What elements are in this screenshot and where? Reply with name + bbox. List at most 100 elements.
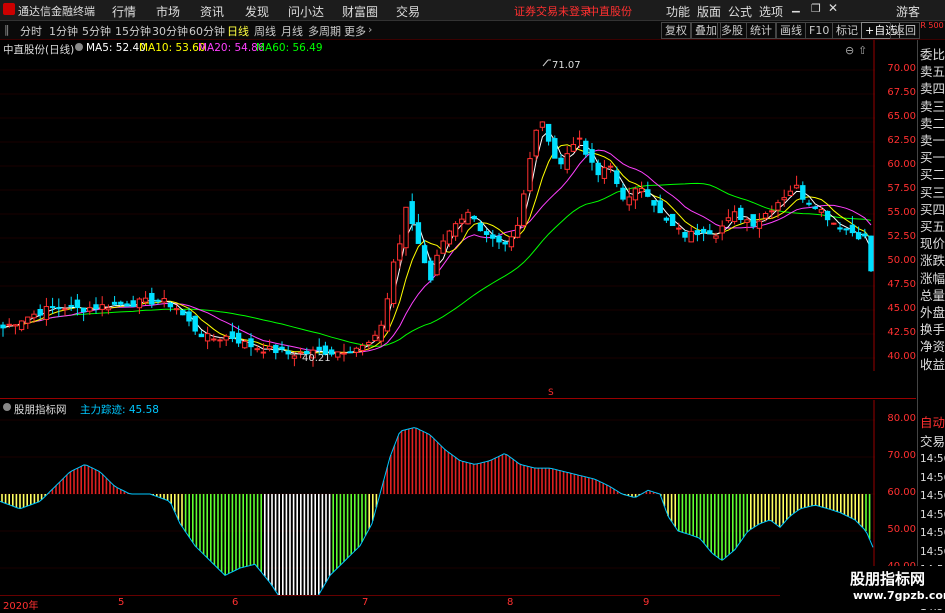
up-arrow-icon[interactable]: ⇧ bbox=[858, 44, 867, 57]
trade-time: 14:56 bbox=[920, 527, 945, 539]
minimize-icon[interactable]: ▁ bbox=[792, 2, 800, 13]
candle bbox=[533, 129, 539, 161]
tab-multi-period[interactable]: 多周期 bbox=[308, 23, 341, 39]
tab-weekly[interactable]: 周线 bbox=[254, 23, 276, 39]
tab-more[interactable]: 更多 bbox=[344, 23, 366, 39]
candle bbox=[725, 209, 732, 223]
x-label-jun: 6 bbox=[232, 597, 239, 608]
candle bbox=[700, 226, 707, 242]
title-menu-bar: 通达信金融终端 行情 市场 资讯 发现 问小达 财富圈 交易 证券交易未登录 中… bbox=[0, 0, 945, 21]
trade-time: 14:56 bbox=[920, 471, 945, 484]
tab-60min[interactable]: 60分钟 bbox=[189, 23, 225, 39]
candle bbox=[824, 210, 831, 227]
tab-monthly[interactable]: 月线 bbox=[281, 23, 303, 39]
candle bbox=[552, 135, 558, 159]
tab-1min[interactable]: 1分钟 bbox=[49, 23, 78, 39]
ma5-value: MA5: 52.40 bbox=[86, 42, 146, 54]
zoom-out-icon[interactable]: ⊖ bbox=[845, 44, 854, 57]
ma10-value: MA10: 53.60 bbox=[139, 42, 206, 54]
menu-trade[interactable]: 交易 bbox=[396, 3, 420, 20]
mark-button[interactable]: 标记 bbox=[832, 22, 862, 39]
indicator-y-tick-label: 70.00 bbox=[887, 450, 916, 461]
more-chevron-icon[interactable]: › bbox=[368, 23, 372, 36]
trade-time: 14:56 bbox=[920, 545, 945, 558]
panel-label: 卖五 bbox=[920, 64, 945, 80]
menu-function[interactable]: 功能 bbox=[666, 3, 690, 20]
indicator-y-tick-label: 80.00 bbox=[887, 413, 916, 424]
candlestick-chart[interactable]: 71.07 40.21 bbox=[0, 40, 875, 371]
menu-wealth-circle[interactable]: 财富圈 bbox=[342, 3, 378, 20]
candle bbox=[446, 229, 453, 248]
indicator-line bbox=[0, 427, 874, 595]
menu-market[interactable]: 市场 bbox=[156, 3, 180, 20]
signal-marker: S bbox=[548, 388, 554, 398]
tab-intraday[interactable]: 分时 bbox=[20, 23, 42, 39]
y-tick-label: 50.00 bbox=[887, 255, 916, 266]
indicator-chart[interactable] bbox=[0, 400, 875, 595]
menu-discover[interactable]: 发现 bbox=[245, 3, 269, 20]
tab-5min[interactable]: 5分钟 bbox=[82, 23, 111, 39]
candle bbox=[124, 300, 130, 307]
tab-daily[interactable]: 日线 bbox=[227, 23, 249, 39]
candle bbox=[0, 321, 6, 337]
y-tick-label: 70.00 bbox=[887, 63, 916, 74]
sidebar-toggle-icon[interactable]: ‖ bbox=[4, 23, 10, 36]
y-tick-label: 60.00 bbox=[887, 159, 916, 170]
menu-formula[interactable]: 公式 bbox=[728, 3, 752, 20]
x-label-year: 2020年 bbox=[3, 601, 39, 612]
candle bbox=[564, 146, 570, 174]
candle bbox=[781, 189, 787, 207]
menu-quotes[interactable]: 行情 bbox=[112, 3, 136, 20]
candle bbox=[155, 298, 161, 305]
stock-name-title: 中直股份 bbox=[588, 5, 632, 18]
candle bbox=[25, 316, 31, 329]
tab-30min[interactable]: 30分钟 bbox=[152, 23, 188, 39]
indicator-menu-icon[interactable] bbox=[3, 403, 11, 411]
high-price-annotation: 71.07 bbox=[542, 59, 581, 71]
adjust-button[interactable]: 复权 bbox=[661, 22, 691, 39]
f10-button[interactable]: F10 bbox=[805, 22, 834, 39]
close-icon[interactable]: ✕ bbox=[828, 1, 838, 15]
candle bbox=[62, 303, 68, 316]
panel-label: 净资 bbox=[920, 339, 945, 355]
back-button[interactable]: 返回 bbox=[890, 22, 920, 39]
y-tick-label: 40.00 bbox=[887, 351, 916, 362]
menu-layout[interactable]: 版面 bbox=[697, 3, 721, 20]
candle bbox=[731, 205, 738, 225]
indicator-settings-icon[interactable] bbox=[75, 43, 83, 51]
candle bbox=[719, 220, 725, 241]
menu-options[interactable]: 选项 bbox=[759, 3, 783, 20]
login-status[interactable]: 证券交易未登录 bbox=[514, 3, 591, 19]
panel-label: 买一 bbox=[920, 150, 945, 166]
candle bbox=[56, 298, 62, 317]
candle bbox=[248, 333, 254, 356]
candle bbox=[229, 322, 236, 343]
candle bbox=[831, 222, 837, 225]
candle bbox=[217, 337, 223, 348]
statistics-button[interactable]: 统计 bbox=[746, 22, 776, 39]
candle bbox=[663, 216, 670, 223]
candle bbox=[651, 200, 657, 213]
menu-news[interactable]: 资讯 bbox=[200, 3, 224, 20]
menu-ask-xiaoda[interactable]: 问小达 bbox=[288, 3, 324, 20]
indicator-y-tick-label: 60.00 bbox=[887, 487, 916, 498]
watermark-title: 股朋指标网 bbox=[850, 570, 926, 588]
candle bbox=[558, 153, 564, 170]
candle bbox=[738, 205, 744, 224]
candle bbox=[595, 159, 601, 183]
panel-label: 买四 bbox=[920, 201, 945, 217]
x-axis bbox=[0, 595, 875, 610]
panel-label: 卖二 bbox=[920, 115, 945, 131]
multi-stock-button[interactable]: 多股 bbox=[717, 22, 747, 39]
guest-user[interactable]: 游客 bbox=[896, 3, 920, 20]
restore-icon[interactable]: ❐ bbox=[811, 2, 821, 15]
draw-line-button[interactable]: 画线 bbox=[776, 22, 806, 39]
panel-label: 涨幅 bbox=[920, 270, 945, 286]
candle bbox=[601, 160, 608, 184]
candle bbox=[130, 295, 136, 307]
corner-r500-label: R 500 bbox=[920, 21, 944, 30]
candle bbox=[415, 213, 422, 244]
tab-15min[interactable]: 15分钟 bbox=[115, 23, 151, 39]
candle bbox=[638, 181, 645, 198]
period-toolbar: ‖ 分时 1分钟 5分钟 15分钟 30分钟 60分钟 日线 周线 月线 多周期… bbox=[0, 21, 945, 40]
